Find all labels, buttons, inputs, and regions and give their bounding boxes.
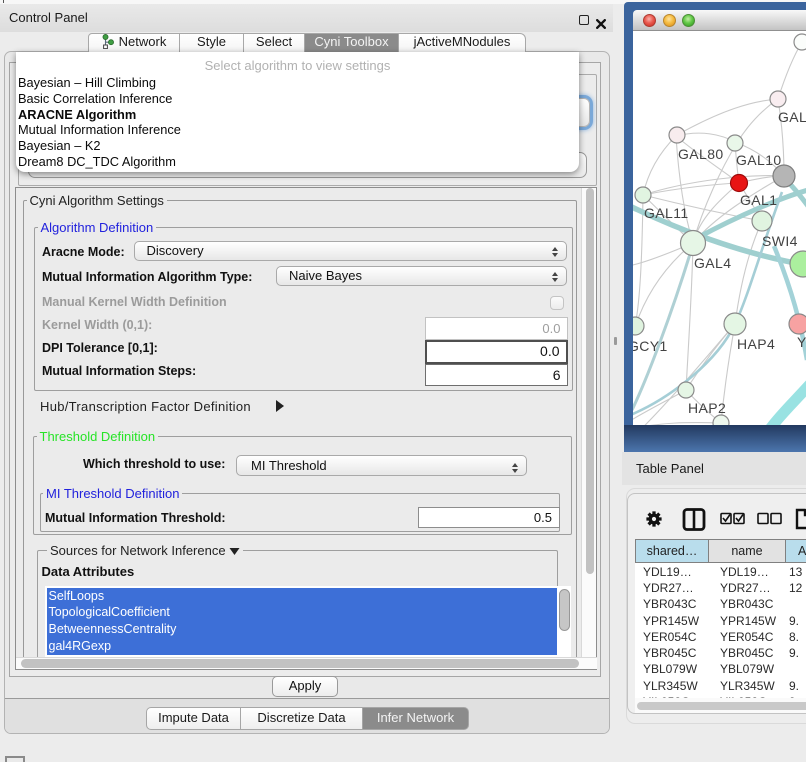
svg-text:Y: Y [797, 334, 806, 350]
svg-text:GAL: GAL [778, 109, 806, 125]
svg-text:GAL80: GAL80 [678, 146, 724, 162]
svg-text:GCY1: GCY1 [633, 338, 668, 354]
svg-text:SWI4: SWI4 [762, 233, 798, 249]
svg-text:GAL10: GAL10 [736, 152, 782, 168]
svg-text:GAL4: GAL4 [694, 255, 731, 271]
svg-text:HAP4: HAP4 [737, 336, 775, 352]
svg-text:GAL11: GAL11 [644, 205, 689, 221]
svg-text:HAP2: HAP2 [688, 400, 726, 416]
svg-text:GAL1: GAL1 [740, 192, 777, 208]
